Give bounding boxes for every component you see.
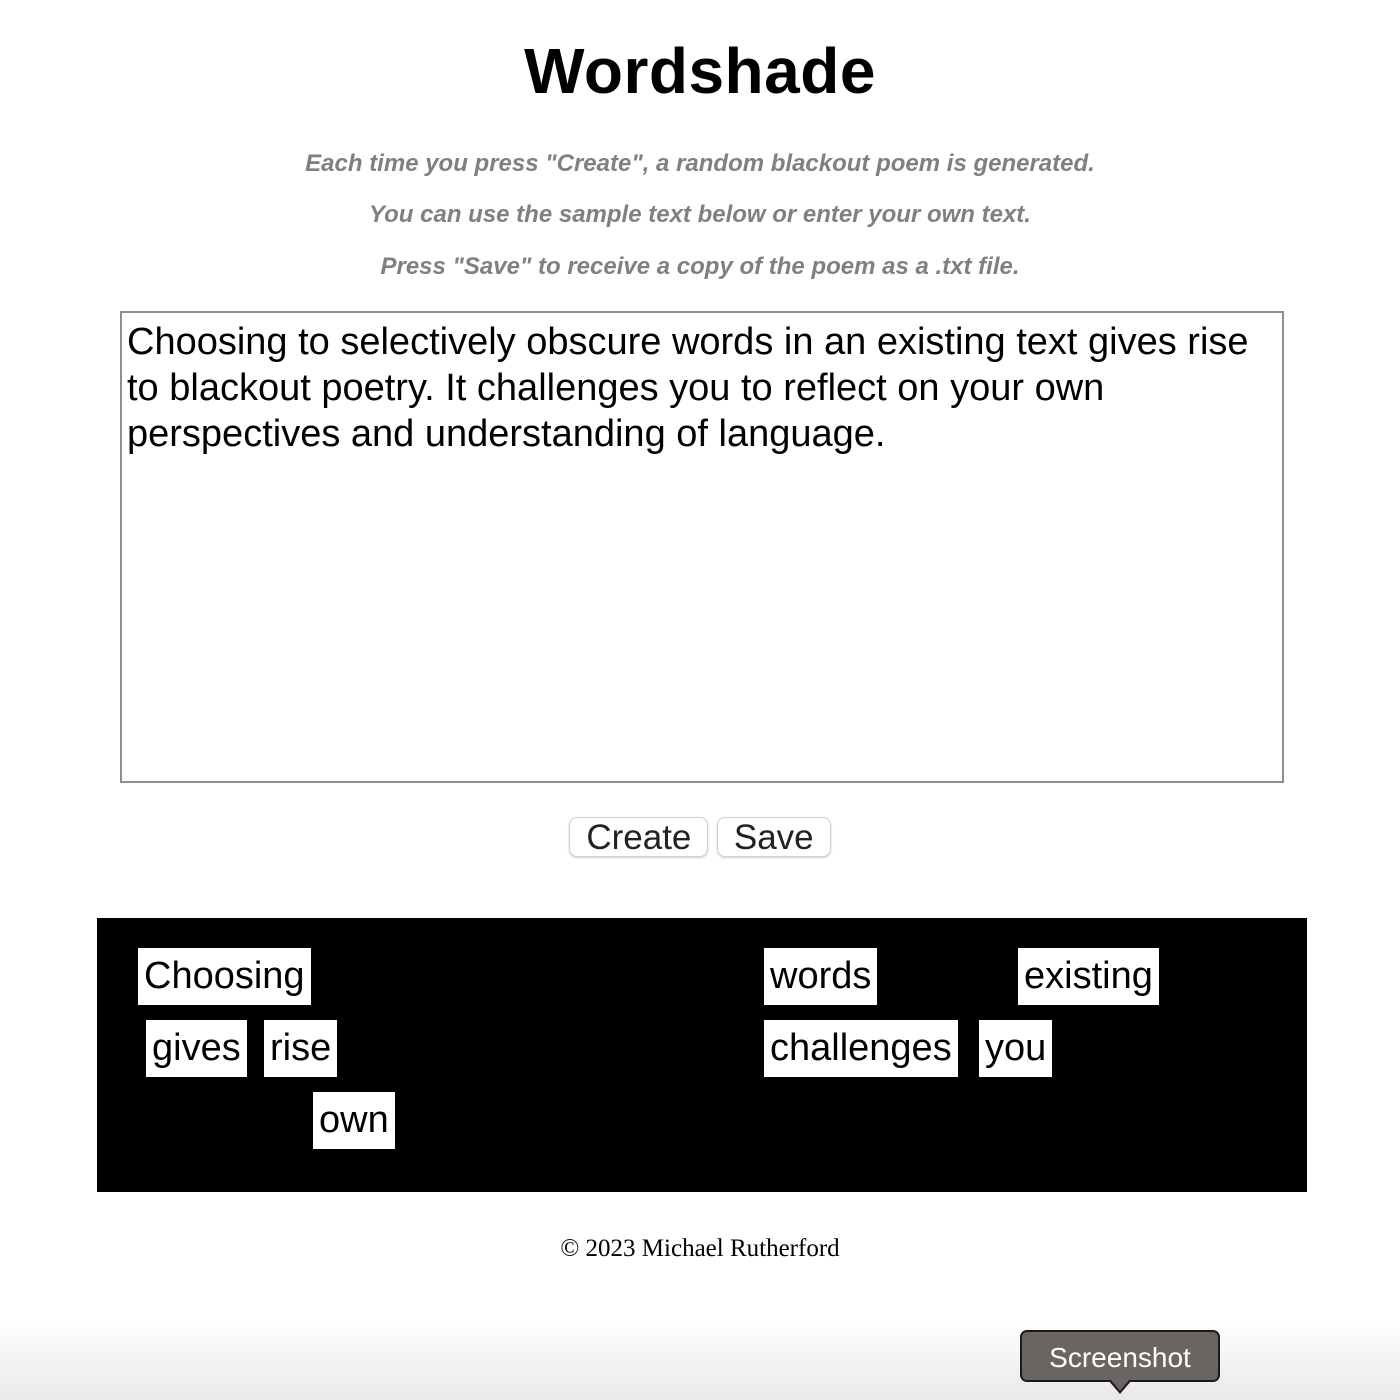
page-title: Wordshade	[524, 35, 876, 107]
instruction-save: Press "Save" to receive a copy of the po…	[380, 253, 1020, 280]
poem-word: words	[764, 948, 878, 1005]
poem-word: Choosing	[138, 948, 311, 1005]
poem-word: existing	[1018, 948, 1159, 1005]
copyright-footer: © 2023 Michael Rutherford	[560, 1235, 840, 1262]
source-text-input[interactable]	[120, 311, 1284, 783]
poem-word: rise	[264, 1020, 338, 1077]
instruction-sample-text: You can use the sample text below or ent…	[369, 201, 1031, 228]
poem-word: gives	[146, 1020, 247, 1077]
save-button[interactable]: Save	[716, 817, 831, 857]
poem-word: challenges	[764, 1020, 958, 1077]
screenshot-tooltip: Screenshot	[1020, 1330, 1220, 1382]
create-button[interactable]: Create	[569, 817, 709, 857]
poem-word: you	[979, 1020, 1053, 1077]
poem-word: own	[313, 1092, 395, 1149]
blackout-poem: Choosing words existing gives rise chall…	[97, 918, 1307, 1192]
tooltip-arrow-fill	[1110, 1379, 1130, 1391]
instruction-create: Each time you press "Create", a random b…	[305, 150, 1095, 177]
button-row: Create Save	[0, 817, 1400, 857]
